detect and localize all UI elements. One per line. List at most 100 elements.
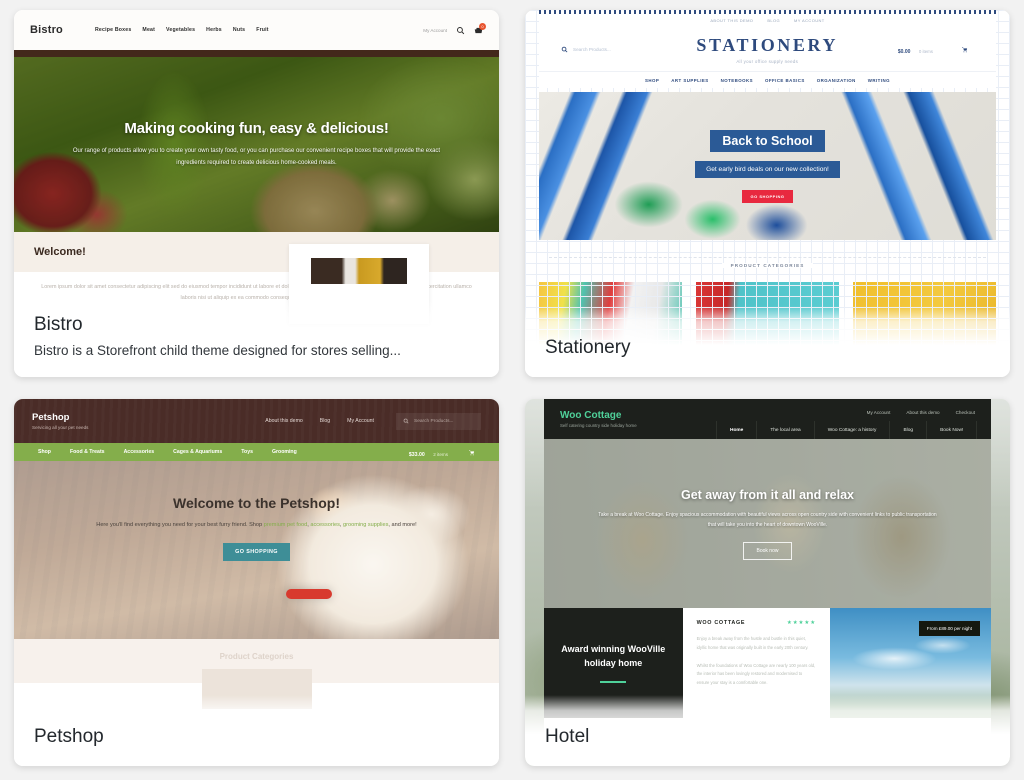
hotel-caption: Hotel (525, 695, 1010, 766)
stationery-search-field: Search Products... (561, 46, 696, 53)
hotel-menu-item: Woo Cottage: a history (813, 421, 890, 439)
stationery-nav-item: OFFICE BASICS (765, 77, 805, 83)
petshop-caption: Petshop (14, 695, 499, 766)
stationery-topbar-item: ABOUT THIS DEMO (710, 18, 754, 23)
hotel-menu-item: Blog (889, 421, 926, 439)
stationery-nav: SHOP ART SUPPLIES NOTEBOOKS OFFICE BASIC… (539, 71, 996, 88)
petshop-menu-item: Shop (38, 449, 51, 455)
petshop-menu-item: Toys (241, 449, 253, 455)
petshop-hero-link[interactable]: grooming supplies (343, 522, 388, 528)
bistro-nav-item: Herbs (206, 27, 222, 33)
hotel-site-header: Woo Cottage Self catering country side h… (544, 399, 991, 439)
stationery-cart-items: 0 items (918, 49, 933, 54)
bistro-nav: Recipe Boxes Meat Vegetables Herbs Nuts … (95, 27, 269, 33)
petshop-site-header: Petshop Servicing all your pet needs Abo… (14, 399, 499, 443)
petshop-hero: Welcome to the Petshop! Here you'll find… (14, 461, 499, 639)
petshop-hero-paragraph: Here you'll find everything you need for… (54, 520, 459, 531)
hotel-topnav: My Account About this demo Checkout (867, 410, 975, 415)
petshop-menu-bar: Shop Food & Treats Accessories Cages & A… (14, 443, 499, 461)
petshop-categories-heading: Product Categories (219, 652, 294, 661)
petshop-nav-item: Blog (319, 418, 331, 424)
search-icon (561, 46, 568, 53)
stationery-hero-heading: Back to School (710, 129, 825, 152)
petshop-menu-item: Food & Treats (69, 449, 105, 455)
bistro-nav-item: Recipe Boxes (94, 27, 132, 33)
hotel-panel-paragraph: Whilst the foundations of Woo Cottage ar… (696, 662, 816, 686)
stationery-caption: Stationery (525, 306, 1010, 377)
cart-icon: 0 (474, 22, 486, 35)
bistro-hero-heading: Making cooking fun, easy & delicious! (124, 120, 389, 138)
petshop-menu-item: Accessories (123, 449, 155, 455)
stationery-nav-item: NOTEBOOKS (720, 77, 754, 83)
hotel-menu-item: The local area (756, 421, 813, 439)
hotel-feature-rule (600, 681, 627, 684)
petshop-nav-item: My Account (347, 418, 374, 424)
petshop-nav-item: About this demo (265, 418, 303, 424)
petshop-nav: About this demo Blog My Account (265, 418, 374, 424)
bistro-hero-paragraph: Our range of products allow you to creat… (72, 148, 441, 166)
petshop-menu-item: Cages & Aquariums (173, 449, 223, 455)
card-title: Hotel (545, 726, 590, 748)
hotel-menu-item: Book Now! (926, 421, 978, 439)
stationery-hero-button: GO SHOPPING (741, 189, 794, 203)
petshop-hero-link[interactable]: accessories (310, 522, 340, 528)
cart-badge: 0 (479, 22, 486, 30)
hotel-panel-title: WOO COTTAGE (696, 620, 746, 626)
theme-card-grid: Bistro Recipe Boxes Meat Vegetables Herb… (0, 0, 1024, 780)
bistro-nav-item: Vegetables (166, 27, 196, 33)
petshop-hero-button: GO SHOPPING (223, 543, 290, 562)
petshop-cart: $33.00 2 items (409, 443, 475, 461)
theme-card-stationery[interactable]: ABOUT THIS DEMO BLOG MY ACCOUNT Search P… (525, 10, 1010, 377)
petshop-hero-text: Here you'll find everything you need for… (96, 522, 264, 528)
theme-card-bistro[interactable]: Bistro Recipe Boxes Meat Vegetables Herb… (14, 10, 499, 377)
stationery-nav-item: ORGANIZATION (816, 77, 856, 83)
bistro-header-actions: My Account 0 (423, 22, 486, 35)
hotel-topnav-item: My Account (866, 410, 891, 415)
stationery-branding: STATIONERY All your office supply needs (696, 35, 838, 64)
stationery-site-header: Search Products... STATIONERY All your o… (539, 27, 996, 71)
stationery-topbar: ABOUT THIS DEMO BLOG MY ACCOUNT (539, 14, 996, 27)
petshop-logo: Petshop (32, 412, 70, 423)
stationery-cart-price: $0.00 (897, 49, 911, 55)
stationery-search-placeholder: Search Products... (573, 46, 611, 52)
hotel-hero: Get away from it all and relax Take a br… (544, 439, 991, 608)
petshop-hero-text: , and more! (388, 522, 417, 528)
bistro-caption: Bistro Bistro is a Storefront child them… (14, 299, 499, 377)
stationery-categories-heading: PRODUCT CATEGORIES (721, 263, 814, 268)
bistro-zigzag-divider (14, 50, 499, 57)
bistro-welcome-section: Welcome! (14, 232, 499, 324)
cart-icon (961, 46, 968, 53)
petshop-menu-item: Grooming (271, 449, 297, 455)
hotel-price-badge: From £89.00 per night (918, 621, 980, 636)
bistro-nav-item: Nuts (232, 27, 246, 33)
card-title: Stationery (545, 337, 631, 359)
stationery-nav-item: SHOP (645, 77, 660, 83)
hotel-hero-heading: Get away from it all and relax (681, 487, 854, 502)
hotel-panel-paragraph: Enjoy a break away from the hustle and b… (696, 636, 809, 650)
petshop-hero-heading: Welcome to the Petshop! (173, 495, 340, 511)
bistro-nav-item: Meat (142, 27, 156, 33)
bistro-welcome-heading: Welcome! (34, 246, 86, 258)
hotel-hero-paragraph: Take a break at Woo Cottage. Enjoy spaci… (598, 511, 937, 528)
hotel-feature-heading: Award winning WooVille holiday home (561, 643, 666, 668)
hotel-menu-item: Home (716, 421, 756, 439)
card-title: Petshop (34, 726, 104, 748)
petshop-branding: Petshop Servicing all your pet needs (32, 412, 88, 430)
petshop-cart-price: $33.00 (408, 452, 425, 458)
search-icon (456, 26, 465, 35)
star-rating-icon: ★★★★★ (786, 620, 817, 626)
hotel-topnav-item: About this demo (906, 410, 940, 415)
stationery-topbar-item: MY ACCOUNT (794, 18, 825, 23)
petshop-cart-items: 2 items (433, 452, 448, 457)
stationery-hero: Back to School Get early bird deals on o… (539, 92, 996, 240)
card-title: Bistro (34, 314, 83, 336)
stationery-categories-section: PRODUCT CATEGORIES (539, 254, 996, 272)
bistro-site-header: Bistro Recipe Boxes Meat Vegetables Herb… (14, 10, 499, 50)
search-icon (403, 418, 409, 424)
petshop-hero-link[interactable]: premium pet food (264, 522, 308, 528)
stationery-tagline: All your office supply needs (736, 58, 799, 64)
cart-icon (468, 449, 475, 456)
theme-card-petshop[interactable]: Petshop Servicing all your pet needs Abo… (14, 399, 499, 766)
theme-card-hotel[interactable]: Woo Cottage Self catering country side h… (525, 399, 1010, 766)
petshop-tagline: Servicing all your pet needs (32, 425, 89, 430)
